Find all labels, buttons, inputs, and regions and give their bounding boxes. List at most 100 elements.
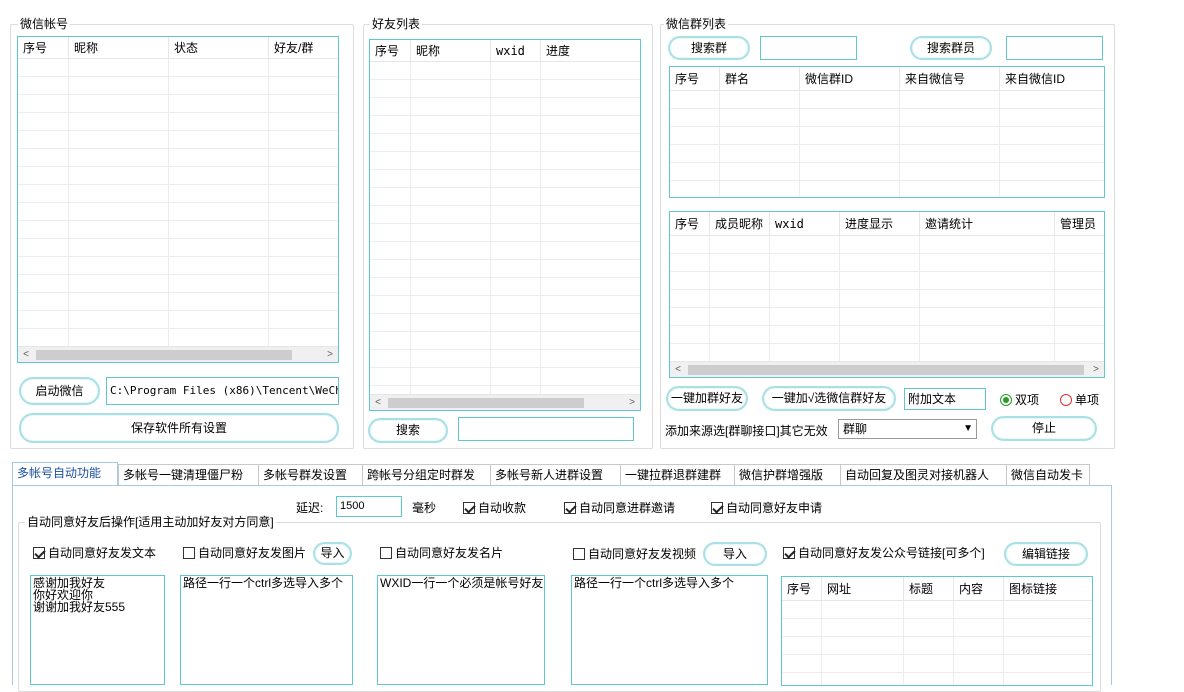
send-card-checkbox[interactable]: 自动同意好友发名片 [380, 545, 503, 561]
checkbox-unchecked-icon [183, 547, 195, 559]
scroll-right-icon[interactable]: > [1088, 362, 1104, 377]
auto-accept-group-checkbox[interactable]: 自动同意进群邀请 [564, 500, 675, 516]
edit-link-button[interactable]: 编辑链接 [1004, 542, 1088, 566]
wechat-path-input[interactable]: C:\Program Files (x86)\Tencent\WeChat [106, 377, 339, 405]
scroll-thumb[interactable] [36, 350, 292, 360]
add-selected-groups-friends-button[interactable]: 一键加√选微信群好友 [762, 386, 896, 411]
save-settings-button[interactable]: 保存软件所有设置 [19, 413, 339, 443]
delay-input[interactable]: 1500 [336, 496, 402, 517]
column-header[interactable]: 来自微信号 [900, 67, 1000, 91]
wechat-accounts-title: 微信帐号 [18, 17, 71, 31]
tab-mass-send-settings[interactable]: 多帐号群发设置 [258, 464, 362, 486]
column-header[interactable]: 来自微信ID [1000, 67, 1104, 91]
send-video-checkbox[interactable]: 自动同意好友发视频 [573, 546, 696, 562]
table-header: 序号 昵称 状态 好友/群 [18, 37, 338, 59]
scroll-left-icon[interactable]: < [670, 362, 686, 377]
horizontal-scrollbar[interactable]: < > [370, 394, 640, 410]
column-header[interactable]: 标题 [904, 577, 954, 601]
send-text-checkbox[interactable]: 自动同意好友发文本 [33, 545, 156, 561]
scroll-thumb[interactable] [688, 365, 1084, 375]
checkbox-checked-icon [783, 547, 795, 559]
scroll-left-icon[interactable]: < [370, 395, 386, 410]
tab-group-pull-quit-build[interactable]: 一键拉群退群建群 [620, 464, 734, 486]
radio-both[interactable]: 双项 [1000, 392, 1039, 408]
column-header[interactable]: 邀请统计 [920, 212, 1055, 236]
group-list-table[interactable]: 序号 群名 微信群ID 来自微信号 来自微信ID [669, 66, 1105, 198]
friends-search-input[interactable] [458, 417, 634, 441]
column-header[interactable]: 微信群ID [800, 67, 900, 91]
friends-search-button[interactable]: 搜索 [368, 418, 448, 443]
group-members-table[interactable]: 序号 成员昵称 wxid 进度显示 邀请统计 管理员 < > [669, 211, 1105, 378]
tab-new-member-settings[interactable]: 多帐号新人进群设置 [490, 464, 620, 486]
column-header[interactable]: 序号 [18, 37, 69, 59]
send-link-checkbox[interactable]: 自动同意好友发公众号链接[可多个] [783, 545, 985, 561]
column-header[interactable]: 昵称 [69, 37, 169, 59]
column-header[interactable]: 昵称 [411, 40, 491, 62]
tab-cross-account-scheduled[interactable]: 跨帐号分组定时群发 [362, 464, 490, 486]
horizontal-scrollbar[interactable]: < > [18, 346, 338, 362]
column-header[interactable]: wxid [770, 212, 840, 236]
scroll-right-icon[interactable]: > [322, 347, 338, 362]
send-image-checkbox[interactable]: 自动同意好友发图片 [183, 545, 306, 561]
column-header[interactable]: 管理员 [1055, 212, 1104, 236]
tab-clean-zombie-fans[interactable]: 多帐号一键清理僵尸粉 [118, 464, 258, 486]
table-header: 序号 成员昵称 wxid 进度显示 邀请统计 管理员 [670, 212, 1104, 236]
tab-group-protect[interactable]: 微信护群增强版 [734, 464, 840, 486]
auto-receive-checkbox[interactable]: 自动收款 [463, 500, 526, 516]
text-message-input[interactable]: 感谢加我好友 你好欢迎你 谢谢加我好友555 [30, 575, 165, 685]
chevron-down-icon: ▼ [963, 423, 973, 434]
link-table[interactable]: 序号 网址 标题 内容 图标链接 [781, 576, 1093, 686]
column-header[interactable]: wxid [491, 40, 541, 62]
column-header[interactable]: 成员昵称 [710, 212, 770, 236]
checkbox-checked-icon [711, 502, 723, 514]
column-header[interactable]: 进度显示 [840, 212, 920, 236]
table-body [670, 91, 1104, 197]
video-path-input[interactable]: 路径一行一个ctrl多选导入多个 [571, 575, 768, 685]
checkbox-checked-icon [33, 547, 45, 559]
wechat-accounts-table[interactable]: 序号 昵称 状态 好友/群 < > [17, 36, 339, 363]
image-path-input[interactable]: 路径一行一个ctrl多选导入多个 [180, 575, 353, 685]
column-header[interactable]: 网址 [822, 577, 904, 601]
tab-auto-reply-bot[interactable]: 自动回复及图灵对接机器人 [840, 464, 1006, 486]
search-group-button[interactable]: 搜索群 [668, 36, 750, 60]
column-header[interactable]: 状态 [169, 37, 269, 59]
auto-accept-friend-checkbox[interactable]: 自动同意好友申请 [711, 500, 822, 516]
source-select[interactable]: 群聊 ▼ [838, 419, 977, 439]
table-body [370, 62, 640, 394]
column-header[interactable]: 序号 [370, 40, 411, 62]
column-header[interactable]: 内容 [954, 577, 1004, 601]
delay-unit: 毫秒 [412, 501, 437, 515]
scroll-right-icon[interactable]: > [624, 395, 640, 410]
column-header[interactable]: 序号 [782, 577, 822, 601]
checkbox-checked-icon [564, 502, 576, 514]
start-wechat-button[interactable]: 启动微信 [19, 377, 100, 405]
friends-title: 好友列表 [370, 17, 423, 31]
column-header[interactable]: 进度 [541, 40, 640, 62]
search-group-input[interactable] [760, 36, 857, 60]
friends-table[interactable]: 序号 昵称 wxid 进度 < > [369, 39, 641, 411]
add-group-friends-button[interactable]: 一键加群好友 [666, 386, 748, 411]
tab-auto-card[interactable]: 微信自动发卡 [1006, 464, 1090, 486]
extra-text-input[interactable]: 附加文本 [904, 388, 986, 410]
import-image-button[interactable]: 导入 [313, 542, 352, 565]
column-header[interactable]: 序号 [670, 212, 710, 236]
column-header[interactable]: 群名 [720, 67, 800, 91]
scroll-left-icon[interactable]: < [18, 347, 34, 362]
radio-selected-icon [1000, 394, 1012, 406]
column-header[interactable]: 序号 [670, 67, 720, 91]
search-member-button[interactable]: 搜索群员 [910, 36, 992, 60]
column-header[interactable]: 好友/群 [269, 37, 338, 59]
stop-button[interactable]: 停止 [991, 416, 1097, 441]
table-header: 序号 昵称 wxid 进度 [370, 40, 640, 62]
import-video-button[interactable]: 导入 [703, 542, 767, 566]
after-accept-title: 自动同意好友后操作[适用主动加好友对方同意] [25, 515, 276, 529]
horizontal-scrollbar[interactable]: < > [670, 361, 1104, 377]
scroll-thumb[interactable] [388, 398, 584, 408]
card-wxid-input[interactable]: WXID一行一个必须是帐号好友 [377, 575, 545, 685]
delay-label: 延迟: [296, 501, 324, 515]
column-header[interactable]: 图标链接 [1004, 577, 1092, 601]
table-header: 序号 群名 微信群ID 来自微信号 来自微信ID [670, 67, 1104, 91]
tab-multi-account-auto[interactable]: 多帐号自动功能 [12, 462, 118, 486]
search-member-input[interactable] [1006, 36, 1103, 60]
radio-single[interactable]: 单项 [1060, 392, 1099, 408]
